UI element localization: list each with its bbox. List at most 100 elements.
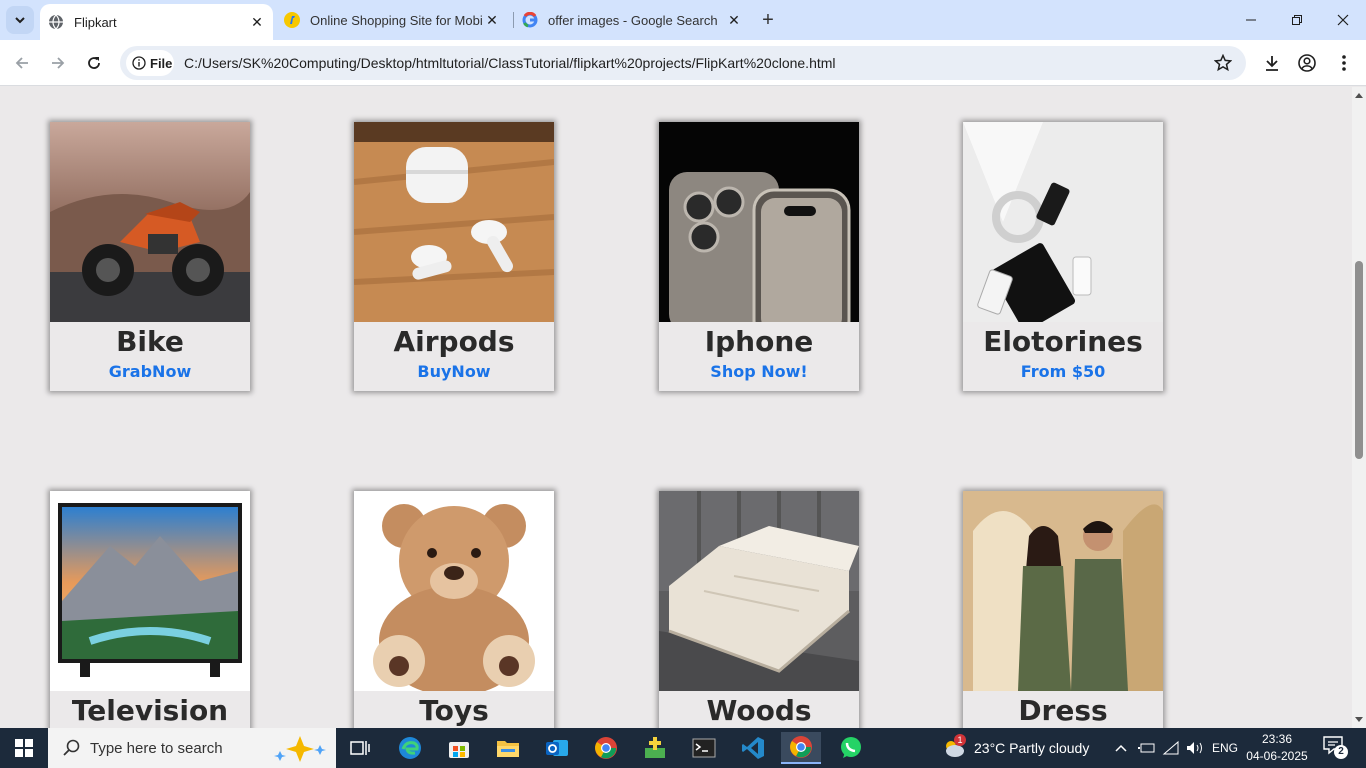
download-icon [1266, 56, 1278, 71]
vscode-button[interactable] [733, 732, 773, 764]
iphone-image [659, 122, 859, 322]
product-name: Airpods [393, 325, 515, 358]
tab-search-button[interactable] [6, 6, 34, 34]
scroll-down-arrow-icon[interactable] [1352, 714, 1366, 726]
product-card-airpods[interactable]: Airpods BuyNow [354, 122, 554, 391]
site-info-chip[interactable]: File [126, 50, 174, 76]
chrome-active-button[interactable] [781, 732, 821, 764]
tab-google-search[interactable]: offer images - Google Search ✕ [514, 0, 750, 40]
address-bar[interactable]: File C:/Users/SK%20Computing/Desktop/htm… [120, 46, 1246, 80]
info-icon [132, 56, 146, 70]
vscode-icon [742, 737, 764, 759]
product-cta-link[interactable]: BuyNow [354, 362, 554, 381]
teddy-bear-image [354, 491, 554, 691]
downloads-button[interactable] [1258, 49, 1286, 77]
app-button-green[interactable] [635, 732, 675, 764]
window-close-button[interactable] [1320, 0, 1366, 40]
weather-cloud-icon: 1 [942, 734, 966, 760]
tab-title: Flipkart [74, 14, 117, 30]
product-name: Dress [1018, 694, 1108, 727]
chrome-button[interactable] [586, 732, 626, 764]
product-cta-link[interactable]: From $50 [963, 362, 1163, 381]
product-name: Woods [706, 694, 812, 727]
reload-button[interactable] [80, 49, 108, 77]
file-explorer-button[interactable] [488, 732, 528, 764]
product-card-bike[interactable]: Bike GrabNow [50, 122, 250, 391]
product-card-woods[interactable]: Woods [659, 491, 859, 728]
plus-app-icon [645, 737, 665, 758]
globe-icon [48, 14, 64, 30]
network-indicator[interactable] [1162, 728, 1180, 768]
product-cta-link[interactable]: GrabNow [50, 362, 250, 381]
url-text[interactable]: C:/Users/SK%20Computing/Desktop/htmltuto… [184, 55, 836, 71]
product-cta-link[interactable]: Shop Now! [659, 362, 859, 381]
profile-icon [1298, 54, 1316, 72]
language-indicator[interactable]: ENG [1212, 728, 1238, 768]
outlook-button[interactable] [537, 732, 577, 764]
television-image [50, 491, 250, 691]
system-tray-expand[interactable] [1114, 728, 1128, 768]
weather-widget[interactable]: 1 23°C Partly cloudy [942, 728, 1089, 768]
back-button[interactable] [8, 49, 36, 77]
wifi-icon [1162, 740, 1179, 755]
tab-online-shopping[interactable]: Online Shopping Site for Mobile ✕ [276, 0, 508, 40]
notification-count: 2 [1334, 745, 1348, 759]
windows-taskbar: Type here to search 1 23°C Partly cloudy… [0, 728, 1366, 768]
search-icon [63, 739, 80, 756]
chevron-up-icon [1115, 744, 1127, 752]
product-name: Bike [116, 325, 184, 358]
forward-button[interactable] [44, 49, 72, 77]
task-view-button[interactable] [340, 732, 380, 764]
product-name: Television [71, 694, 229, 727]
bookmark-star-icon[interactable] [1213, 53, 1233, 77]
store-icon [449, 742, 469, 758]
plus-icon: + [762, 8, 774, 31]
product-card-iphone[interactable]: Iphone Shop Now! [659, 122, 859, 391]
browser-toolbar: File C:/Users/SK%20Computing/Desktop/htm… [0, 40, 1366, 86]
restore-icon [1292, 15, 1302, 25]
arrow-right-icon [52, 57, 65, 69]
clock[interactable]: 23:36 04-06-2025 [1242, 731, 1312, 765]
reload-icon [88, 57, 100, 69]
notification-center-button[interactable]: 2 [1322, 728, 1348, 768]
product-name: Iphone [704, 325, 814, 358]
sparkle-icon [274, 736, 326, 762]
bike-image [50, 122, 250, 322]
tab-flipkart[interactable]: Flipkart ✕ [40, 4, 273, 40]
battery-indicator[interactable] [1138, 728, 1156, 768]
terminal-button[interactable] [684, 732, 724, 764]
tab-title: Online Shopping Site for Mobile [310, 12, 482, 28]
profile-button[interactable] [1293, 49, 1321, 77]
clock-date: 04-06-2025 [1246, 749, 1308, 763]
minimize-icon [1246, 19, 1256, 21]
edge-button[interactable] [390, 732, 430, 764]
vertical-scrollbar[interactable] [1352, 87, 1366, 728]
product-card-electronics[interactable]: Elotorines From $50 [963, 122, 1163, 391]
taskbar-search-box[interactable]: Type here to search [48, 728, 336, 768]
scroll-up-arrow-icon[interactable] [1352, 89, 1366, 101]
airpods-image [354, 122, 554, 322]
store-button[interactable] [439, 732, 479, 764]
weather-badge: 1 [954, 734, 966, 746]
close-icon[interactable]: ✕ [482, 10, 502, 30]
flipkart-icon [284, 12, 300, 28]
tab-title: offer images - Google Search [548, 12, 718, 28]
start-button[interactable] [0, 728, 48, 768]
restore-button[interactable] [1274, 0, 1320, 40]
whatsapp-icon [841, 737, 861, 758]
menu-button[interactable] [1330, 49, 1358, 77]
chrome-icon [790, 736, 812, 758]
kebab-menu-icon [1342, 55, 1346, 71]
product-card-television[interactable]: Television [50, 491, 250, 728]
whatsapp-button[interactable] [831, 732, 871, 764]
product-name: Elotorines [983, 325, 1143, 358]
edge-icon [399, 737, 421, 759]
scrollbar-thumb[interactable] [1355, 261, 1363, 459]
new-tab-button[interactable]: + [756, 8, 780, 32]
product-card-toys[interactable]: Toys [354, 491, 554, 728]
close-icon[interactable]: ✕ [247, 12, 267, 32]
product-card-dress[interactable]: Dress [963, 491, 1163, 728]
minimize-button[interactable] [1228, 0, 1274, 40]
close-icon[interactable]: ✕ [724, 10, 744, 30]
volume-indicator[interactable] [1185, 728, 1205, 768]
